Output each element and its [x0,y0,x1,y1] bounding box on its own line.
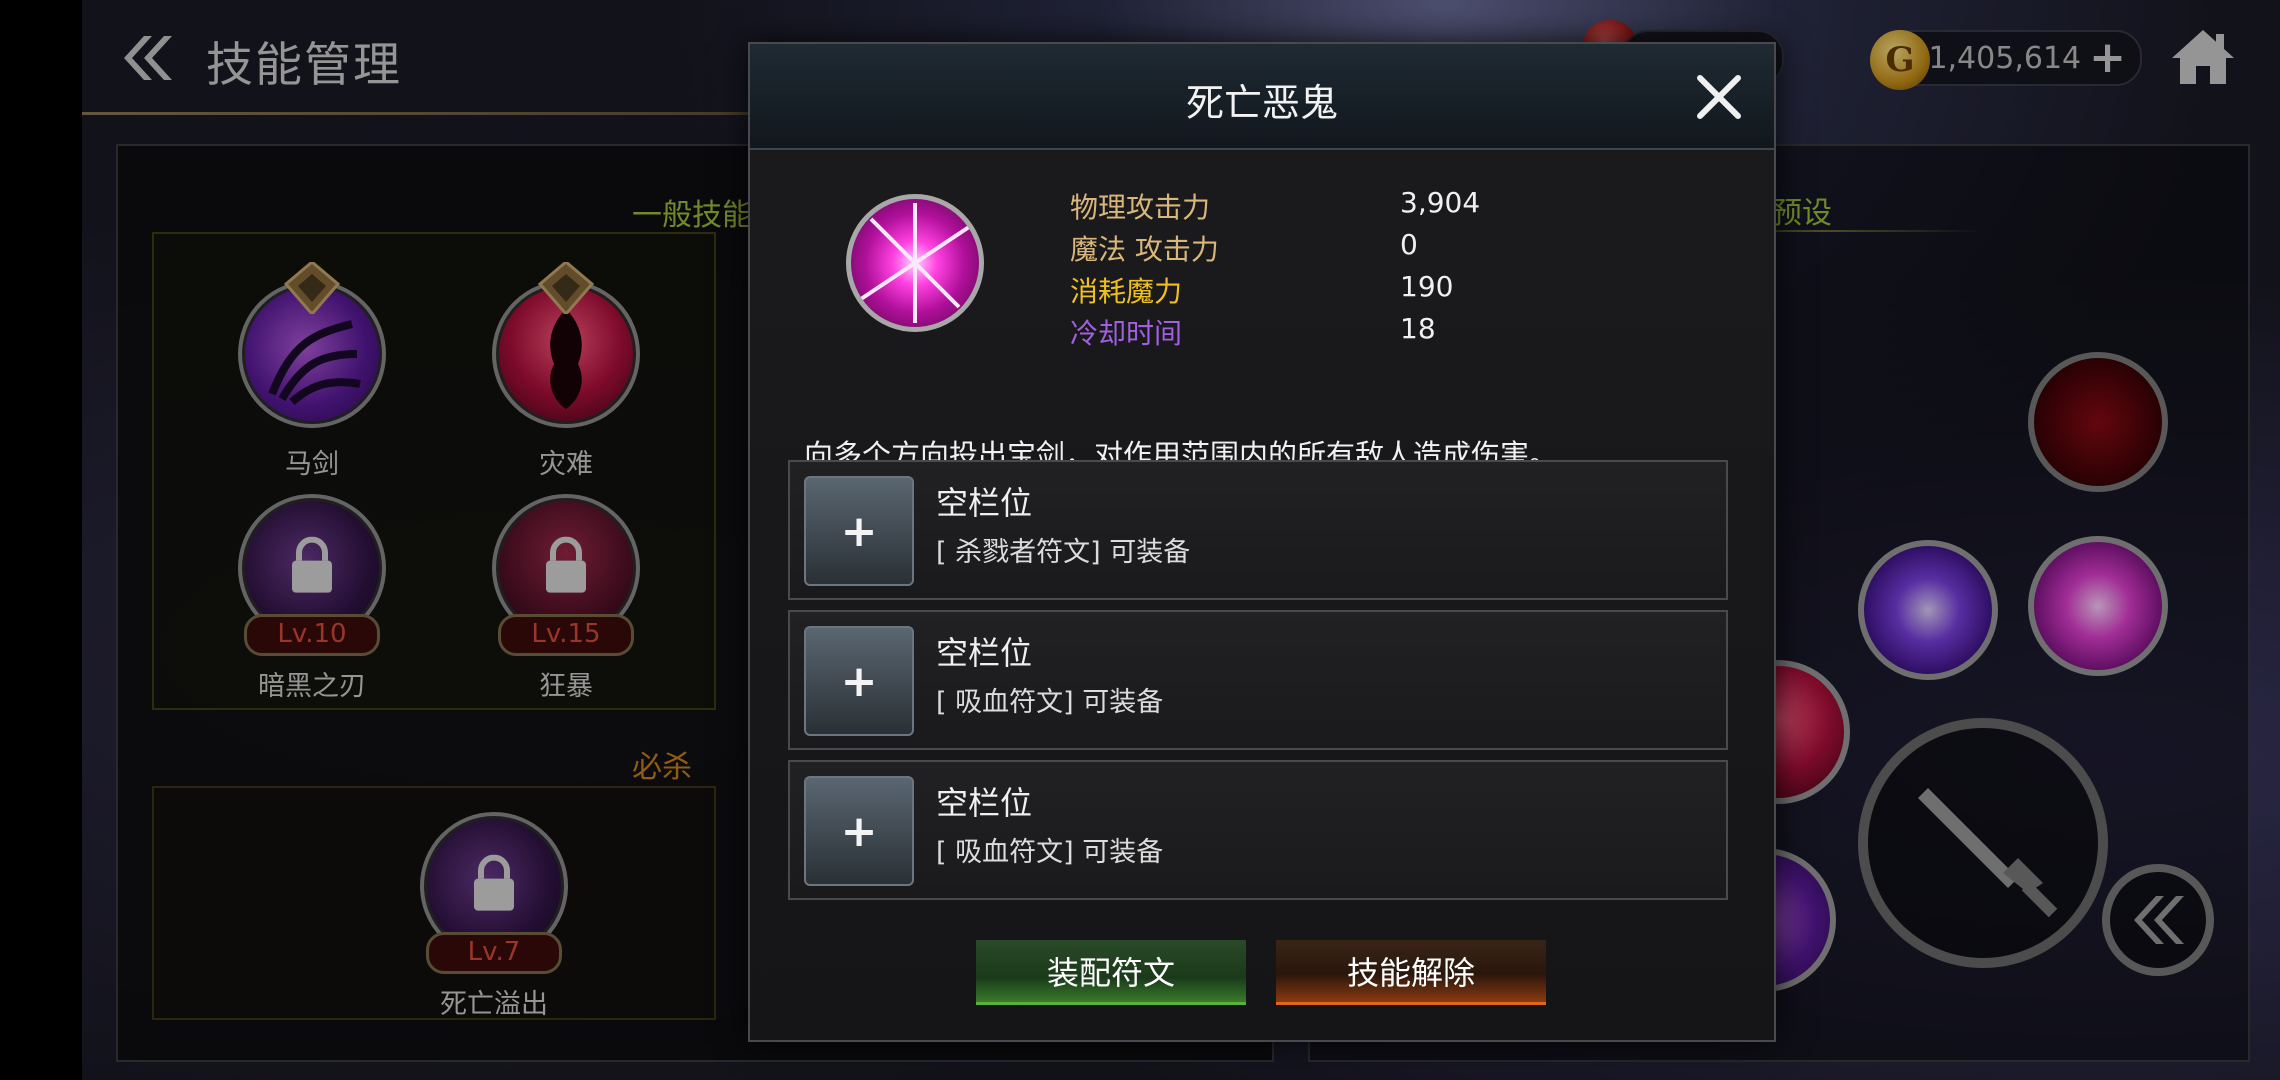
rune-slot-requirement: [ 吸血符文] 可装备 [936,687,1164,718]
stat-label: 冷却时间 [1070,317,1183,350]
rune-slot[interactable]: + 空栏位 [ 吸血符文] 可装备 [788,760,1728,900]
rune-slot-title: 空栏位 [936,634,1033,672]
stat-value: 0 [1400,228,1418,261]
stat-label: 消耗魔力 [1070,275,1183,308]
stat-value: 18 [1400,312,1436,345]
modal-header: 死亡恶鬼 [750,44,1774,150]
skill-icon [846,194,984,332]
stat-label: 物理攻击力 [1070,191,1211,224]
stat-value: 3,904 [1400,186,1481,219]
stat-label: 魔法 攻击力 [1070,233,1219,266]
rune-slot-title: 空栏位 [936,484,1033,522]
add-rune-button[interactable]: + [804,776,914,886]
add-rune-button[interactable]: + [804,476,914,586]
equip-rune-button[interactable]: 装配符文 [976,940,1246,1005]
rune-slot[interactable]: + 空栏位 [ 吸血符文] 可装备 [788,610,1728,750]
modal-title: 死亡恶鬼 [1185,81,1338,125]
close-icon[interactable] [1694,72,1744,122]
rune-slot-requirement: [ 杀戮者符文] 可装备 [936,537,1191,568]
add-rune-button[interactable]: + [804,626,914,736]
blades-burst-icon [859,203,971,323]
skill-detail-modal: 死亡恶鬼 物理攻击力 3,904 魔法 攻击力 0 消耗魔力 190 冷却时间 … [748,42,1776,1042]
rune-slot-title: 空栏位 [936,784,1033,822]
rune-slot[interactable]: + 空栏位 [ 杀戮者符文] 可装备 [788,460,1728,600]
game-screen: 技能管理 667 + 1,405,614 + G 一般技能 马剑 [82,0,2280,1080]
rune-slot-requirement: [ 吸血符文] 可装备 [936,837,1164,868]
release-skill-button[interactable]: 技能解除 [1276,940,1546,1005]
stat-value: 190 [1400,270,1454,303]
